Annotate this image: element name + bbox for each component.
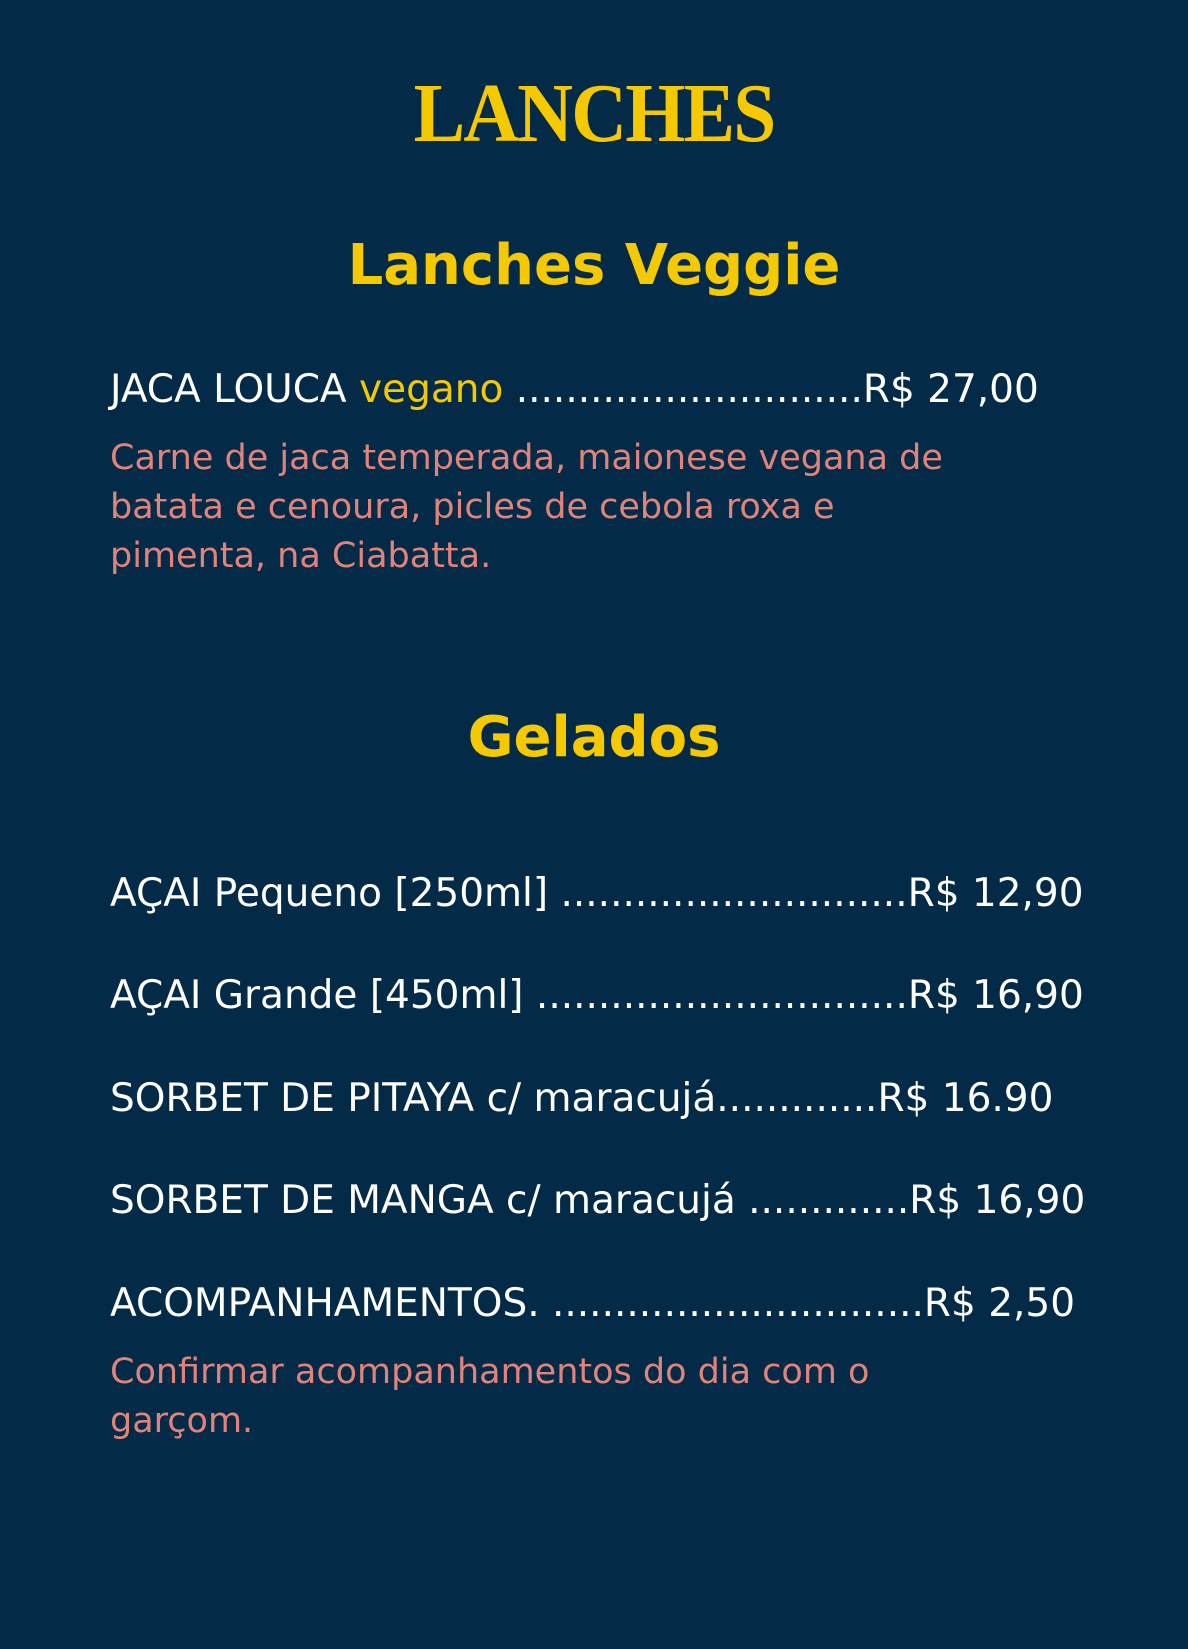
item-name: ACOMPANHAMENTOS. xyxy=(110,1281,540,1326)
menu-item-acompanhamentos: ACOMPANHAMENTOS. .......................… xyxy=(110,1281,1075,1326)
page-title: LANCHES xyxy=(413,67,777,160)
item-name: AÇAI Pequeno [250ml] xyxy=(110,871,549,916)
item-price: R$ 16.90 xyxy=(877,1076,1054,1121)
menu-item-acai-pequeno: AÇAI Pequeno [250ml] ...................… xyxy=(110,871,1084,916)
vegan-tag: vegano xyxy=(359,367,504,412)
menu-item-acai-grande: AÇAI Grande [450ml] ....................… xyxy=(110,973,1084,1018)
item-price: R$ 2,50 xyxy=(923,1281,1076,1326)
item-name: SORBET DE MANGA c/ maracujá xyxy=(110,1178,736,1223)
item-price: R$ 12,90 xyxy=(907,871,1084,916)
item-name: AÇAI Grande [450ml] xyxy=(110,973,524,1018)
menu-page: LANCHES Lanches Veggie JACA LOUCA vegano… xyxy=(0,0,1188,1649)
section-title-gelados: Gelados xyxy=(467,705,721,770)
item-description-acompanhamentos: Confirmar acompanhamentos do dia com o g… xyxy=(110,1352,870,1441)
menu-item-sorbet-pitaya: SORBET DE PITAYA c/ maracujá............… xyxy=(110,1079,1060,1118)
dot-leader: ............. xyxy=(735,1178,910,1223)
item-description-jaca-louca: Carne de jaca temperada, maionese vegana… xyxy=(110,438,943,576)
section-title-lanches-veggie: Lanches Veggie xyxy=(347,233,841,298)
dot-leader: .............................. xyxy=(523,973,908,1018)
dot-leader: ............................ xyxy=(548,871,908,916)
dot-leader: ............................ xyxy=(503,367,863,412)
item-price: R$ 16,90 xyxy=(907,973,1084,1018)
dot-leader: ............. xyxy=(716,1076,878,1121)
dot-leader: .............................. xyxy=(539,1281,924,1326)
item-price: R$ 27,00 xyxy=(862,367,1039,412)
item-name: JACA LOUCA xyxy=(110,367,347,412)
menu-item-sorbet-manga: SORBET DE MANGA c/ maracujá ............… xyxy=(110,1178,1085,1223)
item-price: R$ 16,90 xyxy=(909,1178,1086,1223)
menu-item-jaca-louca: JACA LOUCA vegano ......................… xyxy=(110,370,1060,409)
item-name: SORBET DE PITAYA c/ maracujá xyxy=(110,1076,717,1121)
